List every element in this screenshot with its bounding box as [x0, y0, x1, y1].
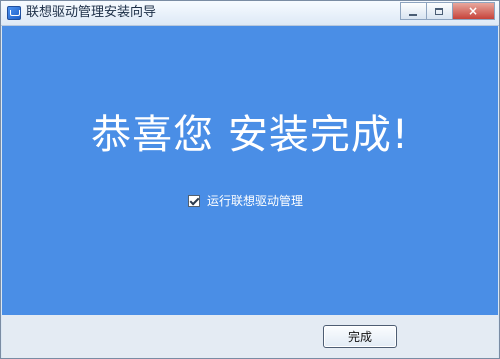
- minimize-icon: [409, 14, 417, 16]
- maximize-icon: [435, 8, 443, 15]
- maximize-button[interactable]: [426, 2, 452, 20]
- minimize-button[interactable]: [400, 2, 426, 20]
- finish-button[interactable]: 完成: [323, 325, 397, 348]
- title-bar[interactable]: 联想驱动管理安装向导 ×: [1, 1, 499, 26]
- window-title: 联想驱动管理安装向导: [26, 5, 157, 20]
- completion-panel: 恭喜您 安装完成! 运行联想驱动管理: [2, 26, 498, 315]
- button-bar: 完成: [2, 315, 498, 358]
- installer-window: 联想驱动管理安装向导 × 恭喜您 安装完成! 运行联想驱动管理 完成: [0, 0, 500, 359]
- run-after-install-label[interactable]: 运行联想驱动管理: [207, 194, 303, 208]
- completion-headline: 恭喜您 安装完成!: [91, 112, 409, 158]
- close-button[interactable]: ×: [452, 2, 495, 20]
- run-driver-manager-option[interactable]: 运行联想驱动管理: [188, 193, 303, 209]
- window-controls: ×: [400, 2, 495, 20]
- close-icon: ×: [468, 4, 479, 18]
- run-after-install-checkbox[interactable]: [188, 195, 200, 207]
- installer-icon: [7, 6, 21, 20]
